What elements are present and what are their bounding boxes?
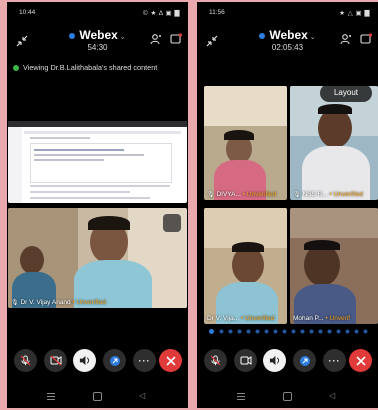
more-icon: ···: [138, 355, 151, 366]
speaker-button[interactable]: [73, 349, 96, 372]
mute-button[interactable]: [14, 349, 37, 372]
back-icon[interactable]: ◁: [139, 391, 145, 400]
participants-icon[interactable]: [150, 33, 162, 45]
status-time: 10:44: [19, 9, 36, 16]
recent-apps-icon[interactable]: [237, 393, 245, 394]
status-icons: ★ △ ▣ ▇: [339, 10, 370, 17]
app-name: Webex: [269, 28, 308, 42]
shared-screen-content[interactable]: [8, 121, 187, 203]
participant-label: Dr V. Vija... • Unverified: [207, 315, 275, 322]
unverified-badge: • Unverified: [72, 299, 106, 306]
system-nav-bar: ◁: [7, 390, 188, 404]
webex-logo-icon: [69, 32, 76, 39]
back-icon[interactable]: ◁: [329, 391, 335, 400]
participant-video[interactable]: 🎙 Dr V. Vijay Anand • Unverified: [8, 208, 187, 308]
video-button[interactable]: [44, 349, 67, 372]
mic-icon: 🎙: [11, 300, 19, 306]
speaker-button[interactable]: [263, 349, 286, 372]
participant-name: Dr V. Vijay Anand: [20, 299, 71, 306]
participant-name: NSS R...: [302, 191, 328, 198]
mic-icon: 🎙: [293, 192, 301, 198]
system-nav-bar: ◁: [197, 390, 378, 404]
unverified-badge: Unverif: [329, 315, 351, 322]
participant-tile[interactable]: Dr V. Vija... • Unverified: [204, 208, 287, 324]
mic-muted-icon: [210, 355, 221, 366]
participant-tile[interactable]: Mohan P... • Unverif: [290, 208, 378, 324]
leave-meeting-button[interactable]: [349, 349, 372, 372]
close-icon: [165, 355, 176, 366]
speaker-icon: [269, 355, 280, 366]
more-options-button[interactable]: ···: [323, 349, 346, 372]
right-phone-screen: 11:56 ★ △ ▣ ▇ Webex ⌄ 02:05:43 🎙 DIVYA..…: [197, 2, 378, 408]
participant-label: 🎙 NSS R... • Unverified: [293, 191, 363, 198]
video-button[interactable]: [234, 349, 257, 372]
participant-name: Dr V. Vija...: [207, 315, 240, 322]
participant-name: Mohan P...: [293, 315, 324, 322]
status-icons: © ★ Δ ▣ ▇: [142, 10, 180, 17]
webex-logo-icon: [259, 32, 266, 39]
app-name: Webex: [79, 28, 118, 42]
status-time: 11:56: [209, 9, 225, 16]
layout-button[interactable]: Layout: [320, 86, 372, 102]
participants-icon[interactable]: [340, 33, 352, 45]
speaker-icon: [79, 355, 90, 366]
participant-tile[interactable]: 🎙 DIVYA... • Unverified: [204, 86, 287, 200]
status-bar: 10:44 © ★ Δ ▣ ▇: [7, 5, 188, 19]
page-dots[interactable]: [219, 329, 369, 334]
mute-button[interactable]: [204, 349, 227, 372]
share-button[interactable]: [103, 349, 126, 372]
more-icon: ···: [328, 355, 341, 366]
share-button[interactable]: [293, 349, 316, 372]
unverified-badge: Unverified: [246, 191, 277, 198]
video-off-icon: [50, 355, 61, 366]
close-icon: [355, 355, 366, 366]
mic-icon: 🎙: [207, 192, 215, 198]
page-indicator[interactable]: [209, 329, 369, 335]
participant-name: DIVYA...: [216, 191, 241, 198]
share-status-icon: [13, 65, 19, 72]
status-bar: 11:56 ★ △ ▣ ▇: [197, 5, 378, 19]
video-camera-icon: [240, 356, 251, 365]
minimize-video-icon[interactable]: [163, 214, 181, 232]
leave-meeting-button[interactable]: [159, 349, 182, 372]
unverified-badge: Unverified: [333, 191, 363, 198]
participant-tile[interactable]: Layout 🎙 NSS R... • Unverified: [290, 86, 378, 200]
share-icon: [299, 355, 310, 366]
recent-apps-icon[interactable]: [47, 393, 55, 394]
home-icon[interactable]: [93, 392, 102, 401]
sharing-banner: Viewing Dr.B.Lalithabala's shared conten…: [13, 63, 157, 72]
mic-muted-icon: [20, 355, 31, 366]
share-icon: [109, 355, 120, 366]
more-options-button[interactable]: ···: [133, 349, 156, 372]
share-text: Viewing Dr.B.Lalithabala's shared conten…: [23, 63, 158, 72]
participant-label: 🎙 Dr V. Vijay Anand • Unverified: [11, 299, 106, 306]
left-phone-screen: 10:44 © ★ Δ ▣ ▇ Webex ⌄ 54:30 Viewing Dr…: [7, 2, 188, 408]
home-icon[interactable]: [283, 392, 292, 401]
chat-icon[interactable]: [170, 33, 182, 45]
participant-label: 🎙 DIVYA... • Unverified: [207, 191, 277, 198]
chat-icon[interactable]: [360, 33, 372, 45]
participant-label: Mohan P... • Unverif: [293, 315, 351, 322]
page-dot-active[interactable]: [209, 329, 214, 334]
unverified-badge: Unverified: [245, 315, 275, 322]
